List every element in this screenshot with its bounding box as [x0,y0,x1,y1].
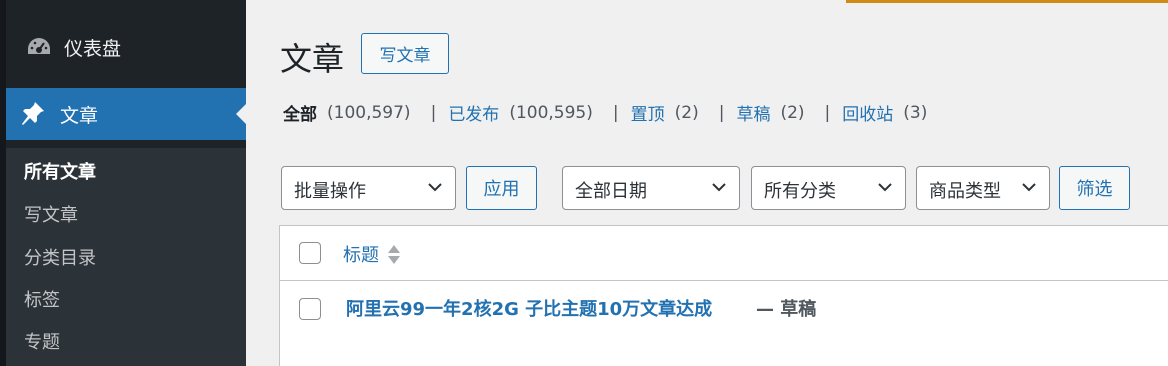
chevron-down-icon [712,183,726,192]
view-separator: | [430,102,437,123]
view-sticky: 置顶 (2) [631,100,699,126]
add-new-post-button[interactable]: 写文章 [361,33,449,74]
menu-dashboard-label: 仪表盘 [64,38,122,60]
chevron-down-icon [878,183,892,192]
view-all: 全部 (100,597) [283,100,411,126]
submenu-all-posts[interactable]: 所有文章 [24,158,96,184]
category-filter-select[interactable]: 所有分类 [751,166,906,210]
posts-submenu: 所有文章 写文章 分类目录 标签 专题 [6,148,246,366]
pushpin-icon [22,102,44,125]
bulk-action-select[interactable]: 批量操作 [281,166,456,210]
view-all-link[interactable]: 全部 [283,100,317,125]
menu-item-dashboard[interactable]: 仪表盘 [6,22,246,70]
submenu-topics[interactable]: 专题 [24,328,60,354]
view-separator: | [824,102,831,123]
product-type-filter-select[interactable]: 商品类型 [916,166,1050,210]
row-checkbox[interactable] [299,298,321,320]
admin-sidebar: 仪表盘 文章 所有文章 写文章 分类目录 标签 专题 [0,0,246,366]
view-drafts-link[interactable]: 草稿 [736,100,770,125]
view-sticky-count: (2) [674,102,699,123]
submenu-categories[interactable]: 分类目录 [24,244,96,270]
menu-item-posts[interactable]: 文章 [6,88,246,140]
post-title-link[interactable]: 阿里云99一年2核2G 子比主题10万文章达成 [346,295,712,321]
view-drafts-count: (2) [780,102,805,123]
view-trash-link[interactable]: 回收站 [842,100,893,125]
top-progress-bar [846,0,1168,3]
column-title-label: 标题 [343,245,379,266]
post-state-label: — 草稿 [756,299,817,320]
apply-button[interactable]: 应用 [466,166,537,210]
view-published-link[interactable]: 已发布 [448,100,499,125]
view-all-count: (100,597) [327,102,411,123]
post-status-views: 全部 (100,597) | 已发布 (100,595) | 置顶 (2) | … [283,100,928,126]
select-all-checkbox[interactable] [299,242,321,264]
chevron-down-icon [428,183,442,192]
table-row: 阿里云99一年2核2G 子比主题10万文章达成 — 草稿 [280,281,1168,366]
view-published: 已发布 (100,595) [448,100,593,126]
view-sticky-link[interactable]: 置顶 [631,100,665,125]
menu-posts-label: 文章 [60,105,99,127]
dashboard-gauge-icon [28,38,50,54]
date-filter-value: 全部日期 [575,181,647,202]
table-header: 标题 [280,226,1168,281]
filter-button[interactable]: 筛选 [1059,166,1130,210]
date-filter-select[interactable]: 全部日期 [562,166,740,210]
view-trash: 回收站 (3) [842,100,928,126]
view-published-count: (100,595) [509,102,593,123]
bulk-action-value: 批量操作 [294,181,366,202]
column-title-header[interactable]: 标题 [343,241,401,267]
page-title: 文章 [280,40,345,78]
product-type-filter-value: 商品类型 [929,181,1001,202]
current-menu-arrow [236,104,246,124]
view-trash-count: (3) [903,102,928,123]
view-separator: | [718,102,725,123]
sort-icon [388,245,400,264]
posts-table: 标题 阿里云99一年2核2G 子比主题10万文章达成 — 草稿 [279,225,1168,366]
category-filter-value: 所有分类 [764,181,836,202]
submenu-add-new[interactable]: 写文章 [24,201,78,227]
chevron-down-icon [1022,183,1036,192]
view-drafts: 草稿 (2) [736,100,805,126]
submenu-tags[interactable]: 标签 [24,286,60,312]
view-separator: | [612,102,619,123]
